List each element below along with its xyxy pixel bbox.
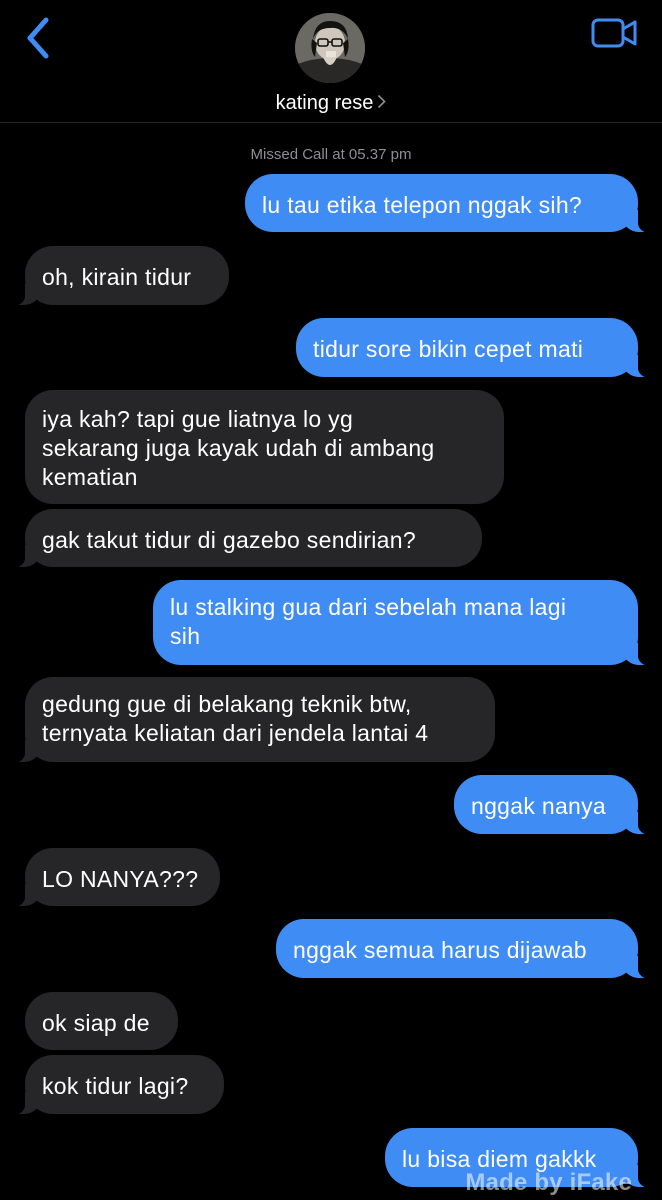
message-text: LO NANYA??? <box>42 866 199 892</box>
message-bubble-received[interactable]: gedung gue di belakang teknik btw, terny… <box>5 677 495 763</box>
message-text: sekarang juga kayak udah di ambang <box>42 435 435 461</box>
video-camera-icon[interactable] <box>590 17 638 49</box>
message-text: lu stalking gua dari sebelah mana lagi <box>170 594 567 620</box>
avatar[interactable] <box>295 13 365 83</box>
avatar-photo <box>295 13 365 83</box>
message-bubble-received[interactable]: ok siap de <box>25 992 178 1050</box>
message-bubble-received[interactable]: iya kah? tapi gue liatnya lo yg sekarang… <box>25 390 504 504</box>
message-text: ok siap de <box>42 1010 150 1036</box>
message-text: nggak nanya <box>471 793 607 819</box>
watermark: Made by iFake <box>465 1169 632 1196</box>
message-text: ternyata keliatan dari jendela lantai 4 <box>42 720 429 746</box>
message-text: tidur sore bikin cepet mati <box>313 336 584 362</box>
message-text: kematian <box>42 464 138 490</box>
message-bubble-sent[interactable]: nggak nanya <box>454 775 658 835</box>
contact-name-label: kating rese <box>275 92 374 114</box>
missed-call-timestamp: Missed Call at 05.37 pm <box>250 146 412 163</box>
message-bubble-received[interactable]: kok tidur lagi? <box>5 1055 224 1115</box>
message-text: lu tau etika telepon nggak sih? <box>262 192 583 218</box>
message-bubble-sent[interactable]: lu tau etika telepon nggak sih? <box>245 174 658 233</box>
message-text: sih <box>170 623 201 649</box>
message-bubble-sent[interactable]: tidur sore bikin cepet mati <box>296 318 658 378</box>
message-text: gak takut tidur di gazebo sendirian? <box>42 527 416 553</box>
message-text: lu bisa diem gakkk <box>402 1146 597 1172</box>
message-bubble-sent[interactable]: lu stalking gua dari sebelah mana lagi s… <box>153 580 658 666</box>
contact-name[interactable]: kating rese <box>0 92 662 115</box>
chevron-left-icon[interactable] <box>22 14 54 62</box>
message-bubble-received[interactable]: LO NANYA??? <box>5 848 220 907</box>
chevron-right-icon <box>378 94 387 109</box>
message-bubble-sent[interactable]: nggak semua harus dijawab <box>276 919 658 979</box>
message-bubble-received[interactable]: gak takut tidur di gazebo sendirian? <box>5 509 482 568</box>
conversation-header: kating rese <box>0 0 662 123</box>
message-text: kok tidur lagi? <box>42 1073 189 1099</box>
message-text: oh, kirain tidur <box>42 264 192 290</box>
message-bubble-received[interactable]: oh, kirain tidur <box>5 246 229 306</box>
message-text: iya kah? tapi gue liatnya lo yg <box>42 406 354 432</box>
message-text: nggak semua harus dijawab <box>293 937 587 963</box>
message-text: gedung gue di belakang teknik btw, <box>42 691 412 717</box>
